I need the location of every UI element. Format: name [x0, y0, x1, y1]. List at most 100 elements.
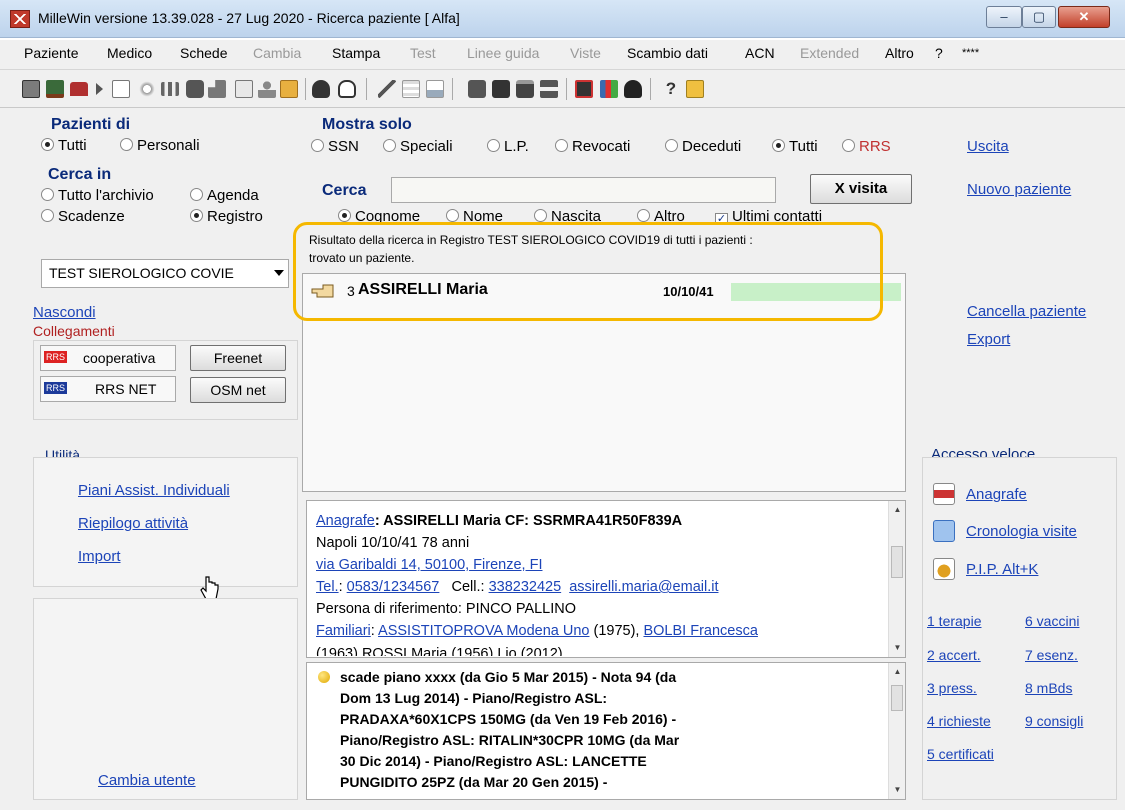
cancella-paziente-link[interactable]: Cancella paziente — [967, 303, 1086, 320]
menu-altro[interactable]: Altro — [885, 45, 914, 61]
filter-rrs[interactable]: RRS — [842, 138, 891, 155]
radio-agenda[interactable]: Agenda — [190, 187, 259, 204]
nascondi-link[interactable]: Nascondi — [33, 304, 96, 321]
people-icon[interactable] — [161, 82, 179, 96]
arrow-right-icon[interactable] — [96, 83, 103, 95]
shortcut-certificati[interactable]: 5 certificati — [927, 746, 994, 762]
search-input[interactable] — [391, 177, 776, 203]
filter-revocati[interactable]: Revocati — [555, 138, 630, 155]
family-icon[interactable] — [280, 80, 298, 98]
reminders-scrollbar[interactable]: ▲ ▼ — [888, 663, 905, 799]
hand-icon[interactable] — [338, 80, 356, 98]
pip-link[interactable]: P.I.P. Alt+K — [966, 561, 1038, 578]
shortcut-esenz[interactable]: 7 esenz. — [1025, 647, 1078, 663]
image-icon[interactable] — [426, 80, 444, 98]
person-icon[interactable] — [258, 80, 276, 98]
freenet-button[interactable]: Freenet — [190, 345, 286, 371]
chart-icon[interactable] — [208, 80, 226, 98]
tel-label-link[interactable]: Tel. — [316, 579, 339, 595]
radio-tutto-archivio[interactable]: Tutto l'archivio — [41, 187, 154, 204]
cronologia-icon[interactable] — [933, 520, 955, 542]
menu-acn[interactable]: ACN — [745, 45, 775, 61]
pen-icon[interactable] — [378, 80, 396, 98]
menu-medico[interactable]: Medico — [107, 45, 152, 61]
anagrafe-link[interactable]: Anagrafe — [316, 513, 375, 529]
radio-personali[interactable]: Personali — [120, 137, 200, 154]
grid-icon[interactable] — [402, 80, 420, 98]
printer3-icon[interactable] — [516, 80, 534, 98]
scroll-up-icon[interactable]: ▲ — [889, 501, 906, 518]
chart2-icon[interactable] — [600, 80, 618, 98]
menu-test[interactable]: Test — [410, 45, 436, 61]
printer4-icon[interactable] — [540, 80, 558, 98]
anagrafe-icon[interactable] — [933, 483, 955, 505]
shortcut-press[interactable]: 3 press. — [927, 680, 977, 696]
phone-icon[interactable] — [624, 80, 642, 98]
menu-stampa[interactable]: Stampa — [332, 45, 380, 61]
export-link[interactable]: Export — [967, 331, 1010, 348]
maximize-button[interactable]: ▢ — [1022, 6, 1056, 28]
uscita-link[interactable]: Uscita — [967, 138, 1009, 155]
email-link[interactable]: assirelli.maria@email.it — [569, 579, 718, 595]
anagrafe-quick-link[interactable]: Anagrafe — [966, 486, 1027, 503]
bottle2-icon[interactable] — [312, 80, 330, 98]
radio-registro[interactable]: Registro — [190, 208, 263, 225]
familiare-link[interactable]: ASSISTITOPROVA Modena Uno — [378, 623, 589, 639]
familiare-link[interactable]: BOLBI Francesca — [643, 623, 757, 639]
registro-select[interactable]: TEST SIEROLOGICO COVIE — [41, 259, 289, 288]
filter-tutti[interactable]: Tutti — [772, 138, 818, 155]
menu-extended[interactable]: Extended — [800, 45, 859, 61]
scroll-down-icon[interactable]: ▼ — [889, 639, 906, 656]
close-button[interactable]: ✕ — [1058, 6, 1110, 28]
menu-viste[interactable]: Viste — [570, 45, 601, 61]
database-icon[interactable] — [575, 80, 593, 98]
calculator-icon[interactable] — [22, 80, 40, 98]
bottle-icon[interactable] — [186, 80, 204, 98]
address-link[interactable]: via Garibaldi 14, 50100, Firenze, FI — [316, 557, 542, 573]
familiari-link[interactable]: Familiari — [316, 623, 371, 639]
filter-speciali[interactable]: Speciali — [383, 138, 453, 155]
stamp-icon[interactable] — [70, 82, 88, 96]
pip-icon[interactable] — [933, 558, 955, 580]
scroll-thumb[interactable] — [891, 546, 903, 578]
book-icon[interactable] — [686, 80, 704, 98]
shortcut-consigli[interactable]: 9 consigli — [1025, 713, 1083, 729]
menu-schede[interactable]: Schede — [180, 45, 227, 61]
menu-cambia[interactable]: Cambia — [253, 45, 301, 61]
x-visita-button[interactable]: X visita — [810, 174, 912, 204]
cambia-utente-link[interactable]: Cambia utente — [98, 772, 196, 789]
nuovo-paziente-link[interactable]: Nuovo paziente — [967, 181, 1071, 198]
filter-deceduti[interactable]: Deceduti — [665, 138, 741, 155]
shortcut-accert[interactable]: 2 accert. — [927, 647, 981, 663]
scroll-thumb[interactable] — [891, 685, 903, 711]
scroll-up-icon[interactable]: ▲ — [889, 663, 906, 680]
rrs-net-button[interactable]: RRS RRS NET — [40, 376, 176, 402]
menu-scambio-dati[interactable]: Scambio dati — [627, 45, 708, 61]
shortcut-mbds[interactable]: 8 mBds — [1025, 680, 1072, 696]
riepilogo-attivita-link[interactable]: Riepilogo attività — [78, 515, 188, 532]
cronologia-visite-link[interactable]: Cronologia visite — [966, 523, 1077, 540]
shortcut-vaccini[interactable]: 6 vaccini — [1025, 613, 1079, 629]
window-icon[interactable] — [235, 80, 253, 98]
minimize-button[interactable]: – — [986, 6, 1022, 28]
radio-tutti[interactable]: Tutti — [41, 137, 87, 154]
lamp-icon[interactable] — [138, 80, 156, 98]
bank-icon[interactable] — [46, 80, 64, 98]
scroll-down-icon[interactable]: ▼ — [889, 781, 906, 798]
list-icon[interactable] — [112, 80, 130, 98]
printer1-icon[interactable] — [468, 80, 486, 98]
menu-stars[interactable]: **** — [962, 47, 979, 59]
tel-link[interactable]: 0583/1234567 — [347, 579, 440, 595]
menu-linee-guida[interactable]: Linee guida — [467, 45, 539, 61]
filter-lp[interactable]: L.P. — [487, 138, 529, 155]
cooperativa-button[interactable]: RRS cooperativa — [40, 345, 176, 371]
import-link[interactable]: Import — [78, 548, 121, 565]
filter-ssn[interactable]: SSN — [311, 138, 359, 155]
cell-link[interactable]: 338232425 — [489, 579, 562, 595]
shortcut-richieste[interactable]: 4 richieste — [927, 713, 991, 729]
help-icon[interactable]: ? — [662, 80, 680, 98]
detail-scrollbar[interactable]: ▲ ▼ — [888, 501, 905, 657]
piani-assist-link[interactable]: Piani Assist. Individuali — [78, 482, 230, 499]
radio-scadenze[interactable]: Scadenze — [41, 208, 125, 225]
osm-net-button[interactable]: OSM net — [190, 377, 286, 403]
